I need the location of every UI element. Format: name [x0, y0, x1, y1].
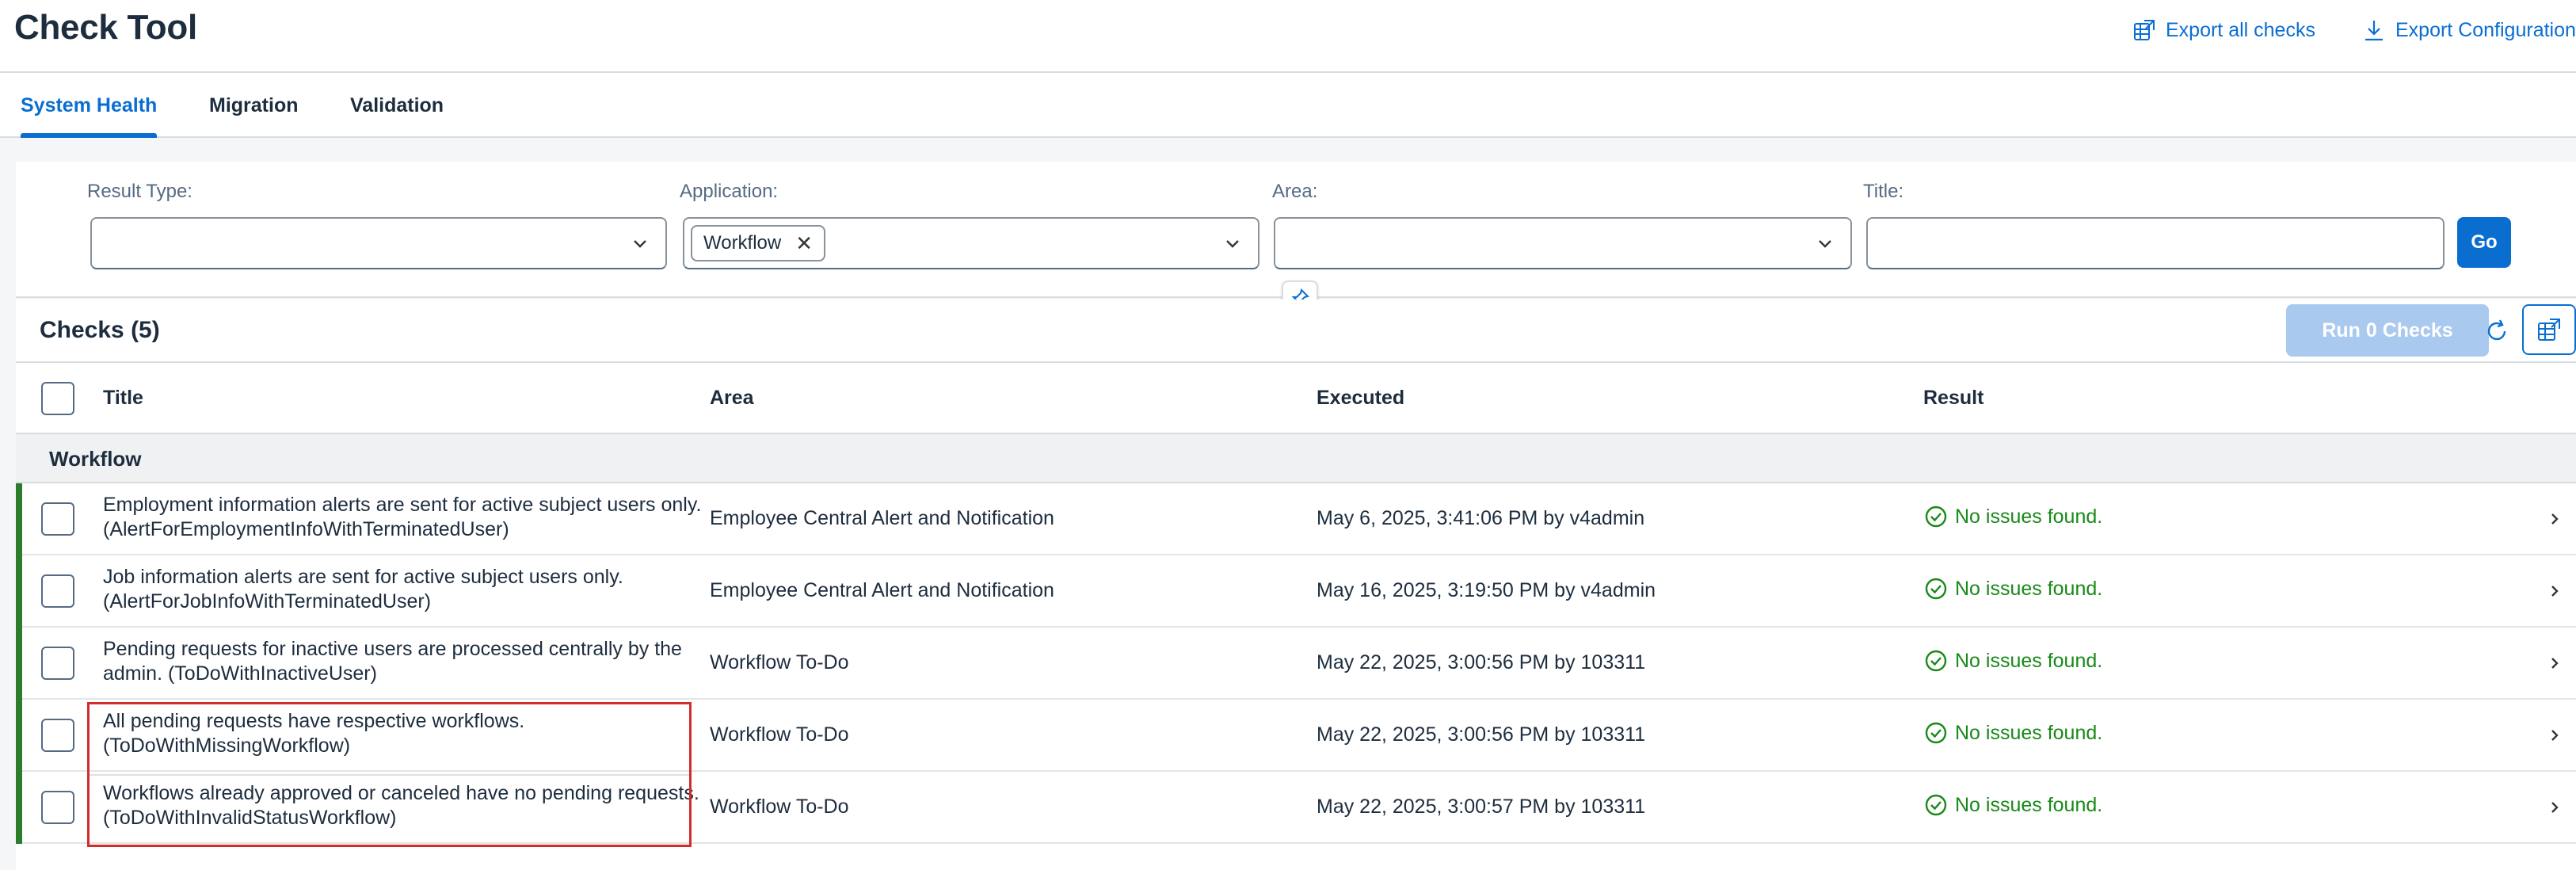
title-label: Title:	[1863, 181, 1904, 202]
go-button[interactable]: Go	[2457, 217, 2511, 268]
chevron-right-icon	[2551, 802, 2559, 813]
page-title: Check Tool	[14, 8, 197, 47]
tab-system-health[interactable]: System Health	[21, 73, 158, 138]
chevron-down-icon	[634, 240, 646, 248]
row-executed: May 22, 2025, 3:00:57 PM by 103311	[1317, 796, 1646, 818]
tab-validation[interactable]: Validation	[350, 73, 444, 138]
chevron-right-icon	[2551, 513, 2559, 525]
column-result[interactable]: Result	[1923, 387, 1983, 410]
check-circle-icon	[1925, 578, 1947, 600]
table-column-header: Title Area Executed Result	[16, 363, 2576, 434]
row-area: Workflow To-Do	[710, 796, 849, 818]
row-result: No issues found.	[1923, 504, 2102, 529]
row-result-text: No issues found.	[1955, 505, 2103, 528]
result-type-label: Result Type:	[87, 181, 192, 202]
row-area: Workflow To-Do	[710, 723, 849, 746]
row-checkbox[interactable]	[41, 502, 74, 536]
row-area: Employee Central Alert and Notification	[710, 507, 1054, 529]
row-title: Pending requests for inactive users are …	[103, 638, 682, 685]
row-result-text: No issues found.	[1955, 793, 2103, 816]
row-navigation[interactable]	[2544, 796, 2565, 819]
group-header-row[interactable]: Workflow	[16, 434, 2576, 483]
table-row[interactable]: Job information alerts are sent for acti…	[16, 555, 2576, 628]
area-label: Area:	[1272, 181, 1318, 202]
run-checks-button[interactable]: Run 0 Checks	[2286, 304, 2489, 357]
title-input[interactable]	[1866, 217, 2445, 269]
row-navigation[interactable]	[2544, 723, 2565, 747]
row-title: All pending requests have respective wor…	[103, 710, 525, 757]
column-area[interactable]: Area	[710, 387, 754, 410]
chevron-right-icon	[2551, 730, 2559, 741]
row-title: Workflows already approved or canceled h…	[103, 782, 699, 829]
row-checkbox[interactable]	[41, 574, 74, 608]
row-title: Employment information alerts are sent f…	[103, 494, 702, 540]
export-table-button[interactable]	[2522, 304, 2576, 355]
refresh-icon	[2487, 319, 2506, 341]
spreadsheet-export-icon	[2538, 319, 2560, 341]
row-result-text: No issues found.	[1955, 649, 2103, 672]
chevron-down-icon	[1819, 240, 1831, 248]
chevron-right-icon	[2551, 658, 2559, 669]
column-executed[interactable]: Executed	[1317, 387, 1404, 410]
check-circle-icon	[1925, 794, 1947, 816]
refresh-button[interactable]	[2478, 312, 2516, 350]
row-result: No issues found.	[1923, 792, 2102, 818]
checks-table-title: Checks (5)	[40, 317, 160, 343]
row-result: No issues found.	[1923, 720, 2102, 746]
area-select[interactable]	[1274, 217, 1852, 269]
filter-bar: Result Type: Application: Workflow ✕ Are…	[16, 162, 2576, 298]
remove-token-icon[interactable]: ✕	[795, 231, 813, 256]
table-row[interactable]: Pending requests for inactive users are …	[16, 628, 2576, 700]
row-result-text: No issues found.	[1955, 577, 2103, 600]
export-all-checks-button[interactable]: Export all checks	[2132, 14, 2315, 46]
row-checkbox[interactable]	[41, 791, 74, 824]
page-header: Check Tool Export all checks Export Conf…	[0, 0, 2576, 73]
spreadsheet-export-icon	[2134, 20, 2155, 40]
table-row[interactable]: All pending requests have respective wor…	[16, 700, 2576, 772]
row-executed: May 6, 2025, 3:41:06 PM by v4admin	[1317, 507, 1645, 529]
select-all-checkbox[interactable]	[41, 382, 74, 415]
table-row[interactable]: Employment information alerts are sent f…	[16, 483, 2576, 555]
row-status-indicator	[16, 483, 22, 555]
tab-bar: System Health Migration Validation	[0, 73, 2576, 138]
row-executed: May 22, 2025, 3:00:56 PM by 103311	[1317, 651, 1646, 673]
row-result: No issues found.	[1923, 576, 2102, 601]
row-status-indicator	[16, 700, 22, 772]
row-checkbox[interactable]	[41, 647, 74, 680]
application-token: Workflow ✕	[691, 225, 826, 261]
row-executed: May 22, 2025, 3:00:56 PM by 103311	[1317, 723, 1646, 746]
row-status-indicator	[16, 555, 22, 628]
row-area: Employee Central Alert and Notification	[710, 579, 1054, 601]
row-navigation[interactable]	[2544, 651, 2565, 675]
check-circle-icon	[1925, 506, 1947, 528]
application-token-label: Workflow	[703, 232, 782, 254]
chevron-right-icon	[2551, 586, 2559, 597]
export-configuration-button[interactable]: Export Configuration	[2362, 14, 2576, 46]
export-configuration-label: Export Configuration	[2395, 18, 2576, 41]
download-icon	[2365, 21, 2383, 41]
row-navigation[interactable]	[2544, 579, 2565, 603]
export-all-checks-label: Export all checks	[2166, 18, 2315, 41]
group-label: Workflow	[49, 447, 142, 471]
row-result-text: No issues found.	[1955, 721, 2103, 744]
row-result: No issues found.	[1923, 648, 2102, 673]
checks-table-panel: Checks (5) Run 0 Checks Title Area Execu…	[16, 300, 2576, 870]
application-label: Application:	[680, 181, 779, 202]
row-navigation[interactable]	[2544, 507, 2565, 531]
check-circle-icon	[1925, 722, 1947, 744]
row-status-indicator	[16, 772, 22, 844]
table-row[interactable]: Workflows already approved or canceled h…	[16, 772, 2576, 844]
column-title[interactable]: Title	[103, 387, 143, 410]
result-type-select[interactable]	[90, 217, 667, 269]
chevron-down-icon	[1226, 240, 1239, 248]
table-toolbar: Checks (5) Run 0 Checks	[16, 300, 2576, 363]
row-executed: May 16, 2025, 3:19:50 PM by v4admin	[1317, 579, 1656, 601]
row-checkbox[interactable]	[41, 719, 74, 752]
tab-migration[interactable]: Migration	[209, 73, 299, 138]
row-status-indicator	[16, 628, 22, 700]
row-title: Job information alerts are sent for acti…	[103, 566, 623, 612]
check-circle-icon	[1925, 650, 1947, 672]
application-multiselect[interactable]: Workflow ✕	[683, 217, 1259, 269]
row-area: Workflow To-Do	[710, 651, 849, 673]
